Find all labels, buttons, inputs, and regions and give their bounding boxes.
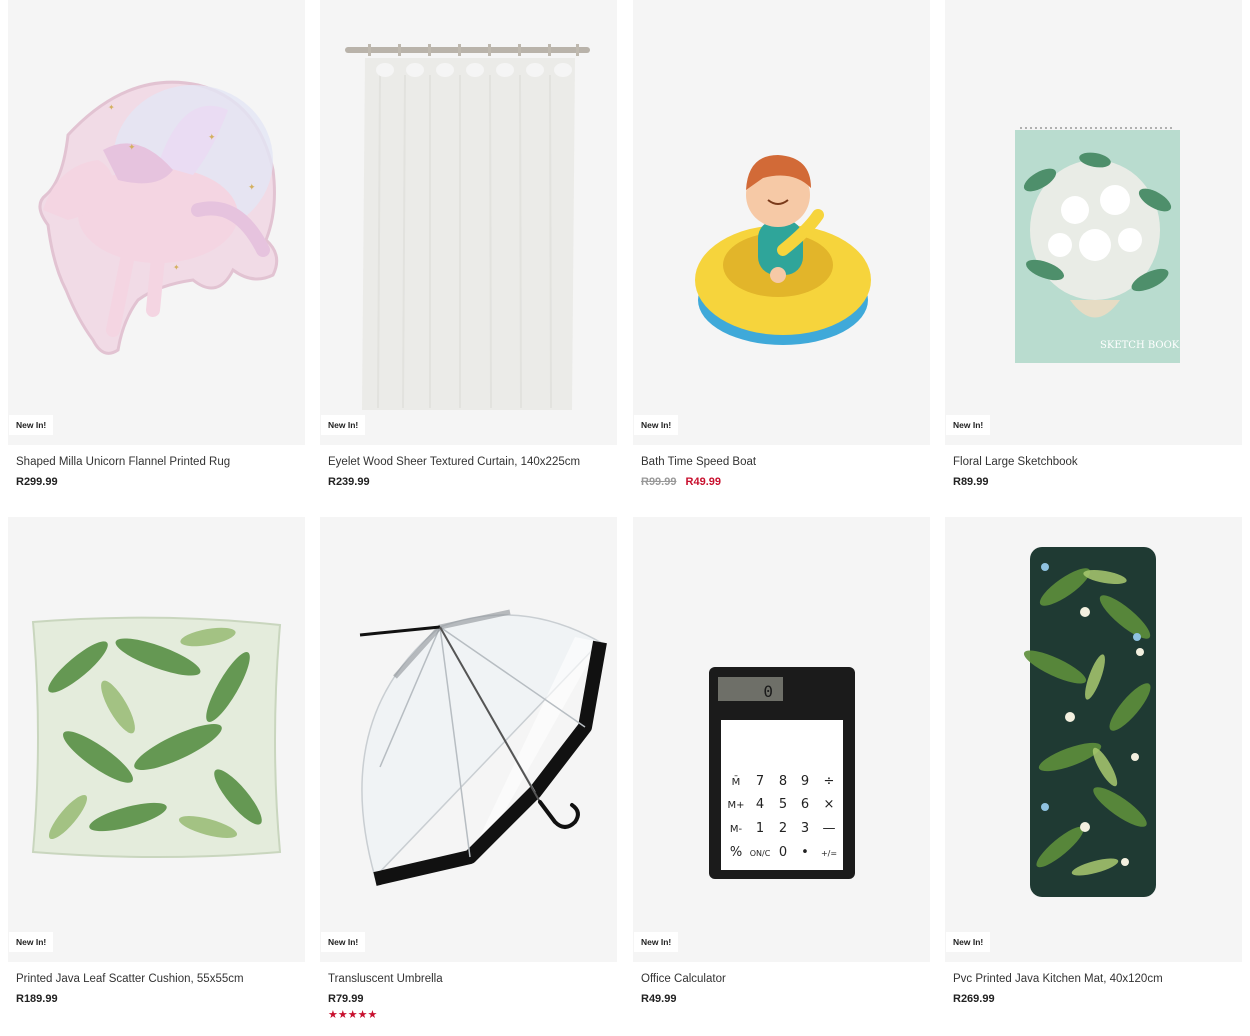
product-title[interactable]: Office Calculator — [641, 972, 930, 987]
product-card[interactable]: ✦ ✦ ✦ ✦ ✦ New In! Shaped Milla Unicorn F… — [8, 0, 305, 489]
leaf-cushion-icon — [31, 616, 282, 858]
calculator-key: 6 — [801, 797, 809, 812]
new-in-badge: New In! — [9, 932, 54, 952]
price-row: R299.99 — [16, 475, 305, 489]
product-price: R49.99 — [641, 993, 677, 1005]
new-in-badge: New In! — [9, 415, 54, 435]
svg-text:✦: ✦ — [108, 103, 115, 112]
product-price: R79.99 — [328, 993, 364, 1005]
svg-text:✦: ✦ — [173, 263, 180, 272]
product-title[interactable]: Floral Large Sketchbook — [953, 455, 1242, 470]
new-in-badge: New In! — [634, 932, 679, 952]
product-image[interactable]: New In! — [320, 0, 617, 445]
original-price: R99.99 — [641, 476, 677, 488]
svg-text:✦: ✦ — [208, 133, 216, 143]
product-price: R239.99 — [328, 476, 370, 488]
product-title[interactable]: Bath Time Speed Boat — [641, 455, 930, 470]
product-card[interactable]: SKETCH BOOK New In! Floral Large Sketchb… — [945, 0, 1242, 489]
svg-text:✦: ✦ — [128, 143, 136, 153]
calculator-key: × — [824, 797, 835, 812]
product-card[interactable]: New In! Transluscent Umbrella R79.99 ★★★… — [320, 517, 617, 1021]
umbrella-icon — [359, 609, 607, 886]
calculator-key: 1 — [756, 821, 764, 836]
svg-text:SKETCH BOOK: SKETCH BOOK — [1100, 340, 1180, 351]
price-row: R239.99 — [328, 475, 617, 489]
calculator-key: 9 — [801, 774, 809, 789]
new-in-badge: New In! — [946, 415, 991, 435]
product-title[interactable]: Transluscent Umbrella — [328, 972, 617, 987]
sheer-curtain-icon — [345, 44, 590, 410]
calculator-key: 0 — [779, 845, 787, 860]
calculator-icon: 0 M̄ 7 8 9 ÷ M+ 4 5 6 × M- 1 2 3 —% ON/C 0 • +/= — [709, 667, 855, 879]
calculator-key: +/= — [821, 849, 837, 858]
product-card[interactable]: New In! Pvc Printed Java Kitchen Mat, 40… — [945, 517, 1242, 1006]
price-row: R189.99 — [16, 992, 305, 1006]
calculator-key: ÷ — [824, 774, 835, 789]
calculator-key: 2 — [779, 821, 787, 836]
sketchbook-icon: SKETCH BOOK — [1015, 127, 1180, 363]
kitchen-mat-icon — [1023, 547, 1156, 897]
price-row: R89.99 — [953, 475, 1242, 489]
price-row: R269.99 — [953, 992, 1242, 1006]
product-title[interactable]: Shaped Milla Unicorn Flannel Printed Rug — [16, 455, 305, 470]
calculator-key: — — [823, 821, 836, 836]
product-card[interactable]: New In! Eyelet Wood Sheer Textured Curta… — [320, 0, 617, 489]
price-row: R99.99 R49.99 — [641, 475, 930, 489]
product-title[interactable]: Eyelet Wood Sheer Textured Curtain, 140x… — [328, 455, 617, 470]
product-price: R89.99 — [953, 476, 989, 488]
product-price: R189.99 — [16, 993, 58, 1005]
toy-boat-icon — [695, 155, 871, 345]
product-image[interactable]: New In! — [945, 517, 1242, 962]
calculator-key: M+ — [727, 800, 744, 811]
new-in-badge: New In! — [321, 932, 366, 952]
calculator-key: M̄ — [732, 775, 741, 788]
calculator-key: 4 — [756, 797, 764, 812]
unicorn-rug-icon: ✦ ✦ ✦ ✦ ✦ — [38, 80, 279, 355]
star-rating: ★★★★★ — [328, 1009, 378, 1021]
svg-text:0: 0 — [763, 682, 773, 701]
product-image[interactable]: New In! — [633, 0, 930, 445]
new-in-badge: New In! — [321, 415, 366, 435]
sale-price: R49.99 — [685, 476, 722, 488]
product-card[interactable]: 0 M̄ 7 8 9 ÷ M+ 4 5 6 × M- 1 2 3 —% ON/C 0 • +/= New In! O… — [633, 517, 930, 1006]
product-title[interactable]: Pvc Printed Java Kitchen Mat, 40x120cm — [953, 972, 1242, 987]
product-image[interactable]: 0 M̄ 7 8 9 ÷ M+ 4 5 6 × M- 1 2 3 —% ON/C 0 • +/= New In! — [633, 517, 930, 962]
calculator-key: 3 — [801, 821, 809, 836]
price-row: R49.99 — [641, 992, 930, 1006]
calculator-key: M- — [730, 824, 743, 835]
new-in-badge: New In! — [946, 932, 991, 952]
product-title[interactable]: Printed Java Leaf Scatter Cushion, 55x55… — [16, 972, 305, 987]
calculator-key: • — [801, 845, 809, 860]
calculator-key: ON/C — [750, 849, 771, 858]
calculator-key: 5 — [779, 797, 787, 812]
product-card[interactable]: New In! Printed Java Leaf Scatter Cushio… — [8, 517, 305, 1006]
product-price: R299.99 — [16, 476, 58, 488]
product-card[interactable]: New In! Bath Time Speed Boat R99.99 R49.… — [633, 0, 930, 489]
new-in-badge: New In! — [634, 415, 679, 435]
calculator-key: 7 — [756, 774, 764, 789]
product-image[interactable]: New In! — [320, 517, 617, 962]
product-image[interactable]: SKETCH BOOK New In! — [945, 0, 1242, 445]
calculator-key: 8 — [779, 774, 787, 789]
product-price: R269.99 — [953, 993, 995, 1005]
product-image[interactable]: ✦ ✦ ✦ ✦ ✦ New In! — [8, 0, 305, 445]
price-row: R79.99 — [328, 992, 617, 1006]
svg-text:✦: ✦ — [248, 183, 256, 193]
calculator-key: % — [730, 845, 742, 860]
product-image[interactable]: New In! — [8, 517, 305, 962]
